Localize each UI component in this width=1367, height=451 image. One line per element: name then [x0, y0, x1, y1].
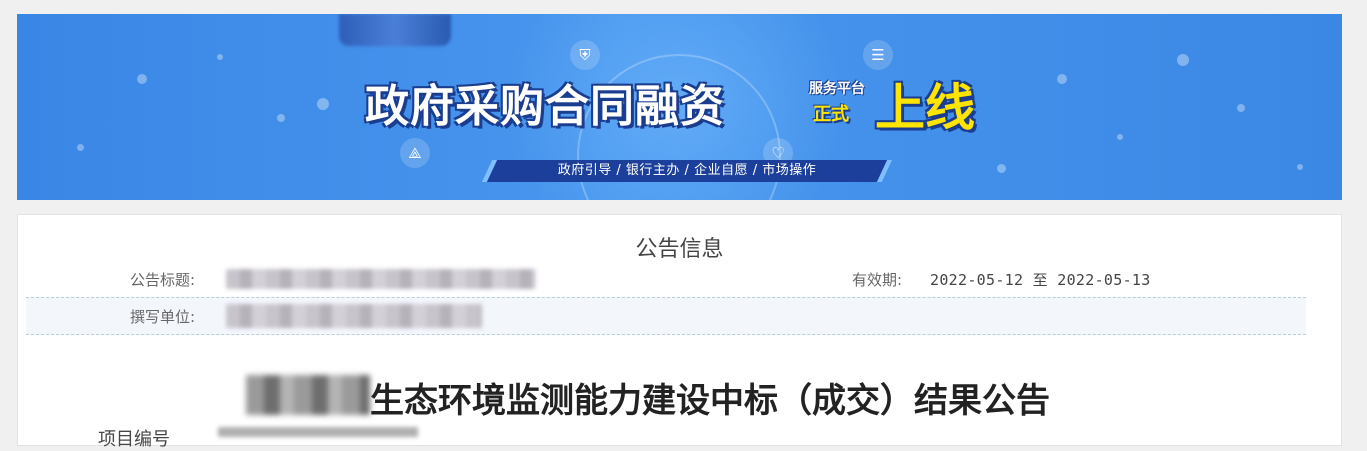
heading-redacted-prefix	[246, 375, 370, 415]
banner-dot	[1117, 134, 1123, 140]
banner-official: 正式	[813, 104, 849, 125]
title-label: 公告标题:	[130, 271, 196, 289]
redacted-tag	[339, 14, 451, 46]
notice-card: 公告信息 公告标题: 有效期: 2022-05-12 至 2022-05-13 …	[17, 214, 1342, 450]
banner-dot	[1177, 54, 1189, 66]
banner-dot	[1297, 164, 1303, 170]
network-icon: ⟁	[400, 138, 430, 168]
shield-icon: ⛨	[570, 40, 600, 70]
banner-dot	[1057, 74, 1067, 84]
validity-label: 有效期:	[852, 271, 903, 289]
banner-launch: 上线	[875, 79, 975, 137]
banner-dot	[317, 98, 329, 110]
list-icon: ☰	[863, 40, 893, 70]
banner-title: 政府采购合同融资	[365, 81, 725, 132]
author-row: 撰写单位:	[26, 297, 1306, 335]
author-value-redacted	[226, 304, 482, 328]
section-title: 公告信息	[635, 237, 724, 262]
banner-ribbon-text: 政府引导 / 银行主办 / 企业自愿 / 市场操作	[557, 163, 817, 178]
project-number-label: 项目编号	[98, 429, 170, 450]
banner-dot	[77, 144, 84, 151]
banner-dot	[137, 74, 147, 84]
document-heading: 生态环境监测能力建设中标（成交）结果公告	[370, 381, 1050, 421]
banner-dot	[277, 114, 285, 122]
banner-dot	[1237, 104, 1245, 112]
author-label: 撰写单位:	[130, 308, 196, 326]
promo-banner[interactable]: ⛨ ☰ ♡ ⟁ 政府采购合同融资 服务平台 正式 上线 政府引导 / 银行主办 …	[17, 14, 1342, 200]
banner-service-tag: 服务平台	[809, 81, 865, 97]
banner-dot	[217, 54, 223, 60]
notice-title-row: 公告标题: 有效期: 2022-05-12 至 2022-05-13	[26, 261, 1306, 297]
banner-dot	[997, 164, 1006, 173]
title-value-redacted	[226, 269, 536, 289]
project-number-redacted	[218, 427, 418, 437]
validity-value: 2022-05-12 至 2022-05-13	[930, 271, 1151, 289]
